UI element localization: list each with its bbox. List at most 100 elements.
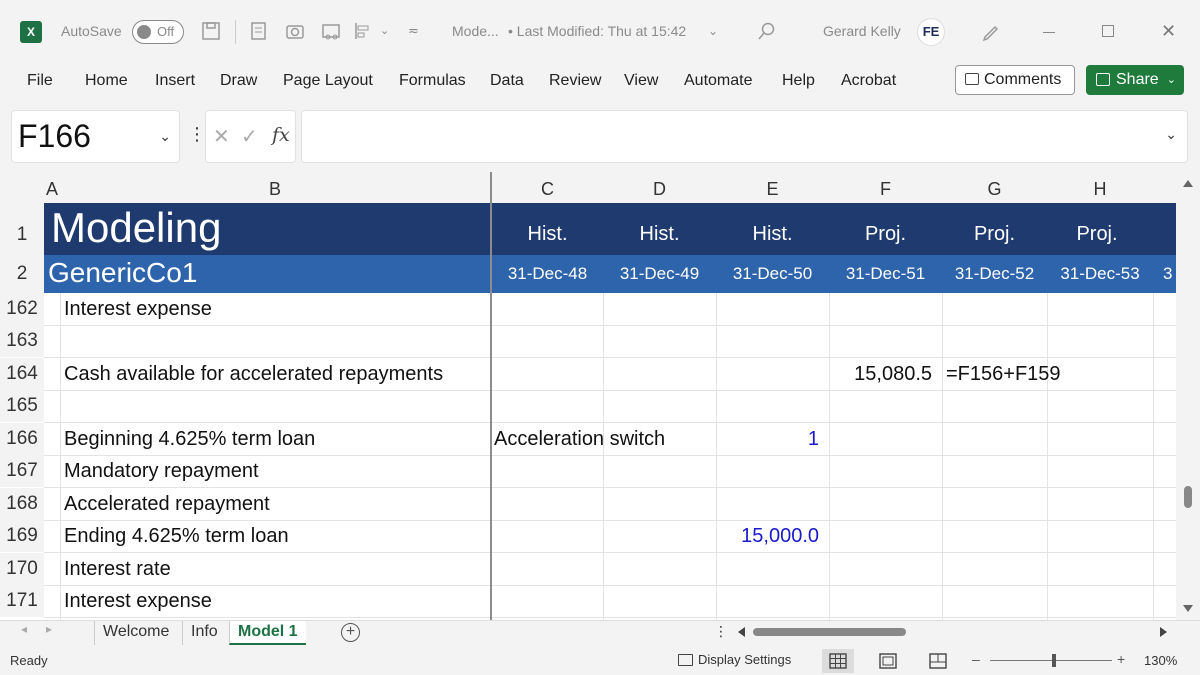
menu-data[interactable]: Data <box>490 71 524 91</box>
insert-function-icon[interactable]: fx <box>272 124 290 146</box>
tab-next-icon[interactable]: ▸ <box>46 622 52 636</box>
chevron-down-icon[interactable]: ⌄ <box>1165 126 1177 143</box>
autosave-toggle[interactable]: Off <box>132 20 184 44</box>
menu-insert[interactable]: Insert <box>155 71 195 91</box>
zoom-level[interactable]: 130% <box>1144 653 1177 668</box>
row-label-cell[interactable]: Interest expense <box>64 293 212 325</box>
col-header-e[interactable]: E <box>716 172 829 204</box>
menu-automate[interactable]: Automate <box>684 71 752 91</box>
document-title[interactable]: Mode... <box>452 20 499 42</box>
display-settings-button[interactable]: Display Settings <box>678 652 791 667</box>
row-label-cell[interactable]: Interest expense <box>64 585 212 617</box>
cell-c166[interactable]: Acceleration switch <box>494 423 665 455</box>
horizontal-scroll-thumb[interactable] <box>753 628 906 636</box>
user-name[interactable]: Gerard Kelly <box>823 20 901 42</box>
close-icon[interactable]: ✕ <box>1161 20 1176 42</box>
scroll-left-icon[interactable] <box>738 627 745 637</box>
menu-help[interactable]: Help <box>782 71 815 91</box>
sheet-tab-model-1[interactable]: Model 1 <box>229 621 306 645</box>
cell-f164[interactable]: 15,080.5 <box>829 358 932 390</box>
row-header[interactable]: 166 <box>0 423 44 455</box>
cell-e166[interactable]: 1 <box>716 423 819 455</box>
col-header-h[interactable]: H <box>1047 172 1153 204</box>
save-icon[interactable] <box>199 19 223 43</box>
tab-prev-icon[interactable]: ◂ <box>21 622 27 636</box>
row-label-cell[interactable]: Beginning 4.625% term loan <box>64 423 315 455</box>
cell-g164[interactable]: =F156+F159 <box>946 358 1061 390</box>
row-label-cell[interactable]: Mandatory repayment <box>64 455 259 487</box>
period-type-d[interactable]: Hist. <box>603 220 716 248</box>
zoom-slider-thumb[interactable] <box>1052 654 1056 667</box>
row-header[interactable]: 169 <box>0 520 44 552</box>
period-date-g[interactable]: 31-Dec-52 <box>942 262 1047 286</box>
period-date-h[interactable]: 31-Dec-53 <box>1047 262 1153 286</box>
share-button[interactable]: Share ⌄ <box>1086 65 1184 95</box>
pen-icon[interactable] <box>979 19 1003 43</box>
scroll-thumb[interactable] <box>1184 486 1192 508</box>
menu-acrobat[interactable]: Acrobat <box>841 71 896 91</box>
period-type-f[interactable]: Proj. <box>829 220 942 248</box>
period-date-d[interactable]: 31-Dec-49 <box>603 262 716 286</box>
col-header-a[interactable]: A <box>44 172 60 204</box>
period-date-f[interactable]: 31-Dec-51 <box>829 262 942 286</box>
more-options-icon[interactable]: ⋮ <box>188 124 206 144</box>
row-header[interactable]: 162 <box>0 293 44 325</box>
normal-view-button[interactable] <box>822 649 854 673</box>
comments-button[interactable]: Comments <box>955 65 1075 95</box>
print-preview-icon[interactable] <box>319 19 343 43</box>
chevron-down-icon[interactable]: ⌄ <box>708 20 718 42</box>
period-date-c[interactable]: 31-Dec-48 <box>492 262 603 286</box>
chevron-down-icon[interactable]: ⌄ <box>159 111 171 162</box>
sheet-tab-info[interactable]: Info <box>182 621 226 645</box>
name-box[interactable]: F166 ⌄ <box>11 110 180 163</box>
row-header[interactable]: 167 <box>0 455 44 487</box>
add-sheet-icon[interactable]: + <box>341 623 360 642</box>
chevron-down-icon[interactable]: ⌄ <box>380 20 389 42</box>
row-header[interactable]: 163 <box>0 325 44 357</box>
row-header-1[interactable]: 1 <box>0 204 44 255</box>
row-label-cell[interactable]: Interest rate <box>64 553 171 585</box>
row-header[interactable]: 164 <box>0 358 44 390</box>
period-type-h[interactable]: Proj. <box>1047 220 1147 248</box>
page-break-view-button[interactable] <box>922 649 954 673</box>
row-label-cell[interactable]: Ending 4.625% term loan <box>64 520 289 552</box>
formula-input[interactable]: ⌄ <box>301 110 1188 163</box>
avatar[interactable]: FE <box>917 18 945 46</box>
new-sheet-icon[interactable] <box>247 19 271 43</box>
vertical-scrollbar[interactable] <box>1176 172 1200 620</box>
zoom-slider-track[interactable] <box>990 660 1112 661</box>
period-date-e[interactable]: 31-Dec-50 <box>716 262 829 286</box>
row-header[interactable]: 165 <box>0 390 44 422</box>
zoom-out-button[interactable]: – <box>972 651 980 667</box>
row-header[interactable]: 171 <box>0 585 44 617</box>
company-name[interactable]: GenericCo1 <box>48 254 197 292</box>
period-type-g[interactable]: Proj. <box>942 220 1047 248</box>
select-all-corner[interactable] <box>0 172 44 204</box>
row-header[interactable]: 170 <box>0 553 44 585</box>
row-header-2[interactable]: 2 <box>0 255 44 293</box>
minimize-icon[interactable] <box>1043 32 1055 33</box>
last-modified[interactable]: • Last Modified: Thu at 15:42 <box>508 20 686 42</box>
scroll-up-icon[interactable] <box>1183 180 1193 187</box>
menu-formulas[interactable]: Formulas <box>399 71 466 91</box>
menu-home[interactable]: Home <box>85 71 128 91</box>
spreadsheet-grid[interactable]: A B C D E F G H 1 2 Modeling GenericCo1 … <box>0 172 1176 620</box>
col-header-g[interactable]: G <box>942 172 1047 204</box>
sheet-tab-welcome[interactable]: Welcome <box>94 621 177 645</box>
enter-icon[interactable]: ✓ <box>241 124 258 149</box>
col-header-partial[interactable] <box>1153 172 1176 204</box>
page-layout-view-button[interactable] <box>872 649 904 673</box>
scroll-right-icon[interactable] <box>1160 627 1167 637</box>
period-type-e[interactable]: Hist. <box>716 220 829 248</box>
camera-icon[interactable] <box>283 19 307 43</box>
align-icon[interactable] <box>351 19 375 43</box>
cell-e169[interactable]: 15,000.0 <box>716 520 819 552</box>
search-icon[interactable] <box>755 19 779 43</box>
more-options-icon[interactable]: ⋮ <box>714 623 728 640</box>
col-header-d[interactable]: D <box>603 172 716 204</box>
row-label-cell[interactable]: Cash available for accelerated repayment… <box>64 358 443 390</box>
period-date-overflow[interactable]: 3 <box>1163 262 1176 286</box>
menu-review[interactable]: Review <box>549 71 601 91</box>
menu-page-layout[interactable]: Page Layout <box>283 71 373 91</box>
customize-toolbar-icon[interactable]: ≂ <box>408 20 419 42</box>
